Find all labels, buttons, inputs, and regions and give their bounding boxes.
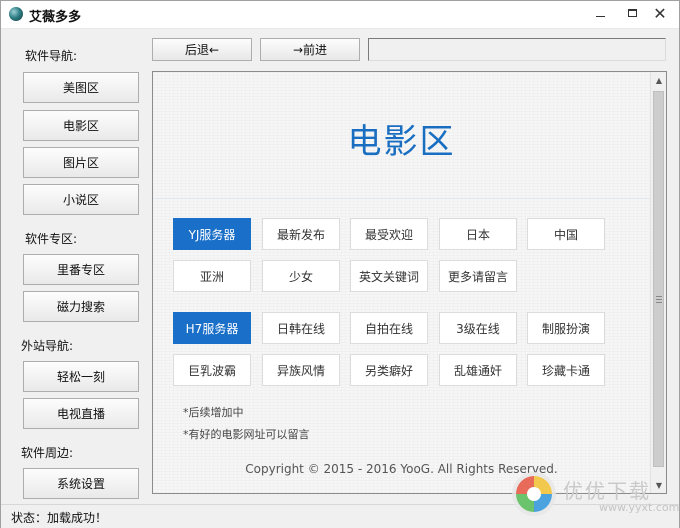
- scroll-up-icon[interactable]: ▲: [651, 72, 666, 88]
- category-tag[interactable]: 3级在线: [439, 312, 517, 344]
- title-bar[interactable]: 艾薇多多 ✕: [1, 1, 679, 29]
- status-text: 状态：加载成功！: [11, 511, 108, 525]
- url-field[interactable]: [368, 38, 666, 61]
- status-bar: 状态：加载成功！: [1, 504, 679, 528]
- sidebar-item-movies[interactable]: 电影区: [23, 110, 139, 141]
- category-tag[interactable]: 巨乳波霸: [173, 354, 251, 386]
- category-tag[interactable]: 亚洲: [173, 260, 251, 292]
- note-text: *后续增加中: [183, 406, 244, 419]
- watermark-logo-icon: [512, 472, 556, 516]
- watermark-text: 优优下载: [563, 479, 651, 503]
- category-tag[interactable]: 另类癖好: [350, 354, 428, 386]
- sidebar-item-images[interactable]: 图片区: [23, 147, 139, 178]
- minimize-button[interactable]: [585, 1, 615, 25]
- maximize-icon: [627, 9, 637, 17]
- category-tag[interactable]: 乱雄通奸: [439, 354, 517, 386]
- sidebar-section-label: 软件导航:: [25, 49, 78, 63]
- sidebar-item-special[interactable]: 里番专区: [23, 254, 139, 285]
- category-tag[interactable]: 珍藏卡通: [527, 354, 605, 386]
- category-tag[interactable]: 自拍在线: [350, 312, 428, 344]
- close-icon: ✕: [653, 3, 667, 23]
- page-content: 电影区 YJ服务器 最新发布 最受欢迎 日本 中国 亚洲 少女 英文关键词 更多…: [153, 72, 650, 493]
- page-title: 电影区: [347, 122, 456, 162]
- category-tag[interactable]: 英文关键词: [350, 260, 428, 292]
- grip-icon: [656, 296, 662, 303]
- back-button[interactable]: 后退←: [152, 38, 252, 61]
- category-tag[interactable]: 日韩在线: [262, 312, 340, 344]
- window-title: 艾薇多多: [29, 10, 82, 25]
- divider: [153, 198, 650, 199]
- maximize-button[interactable]: [617, 1, 647, 25]
- category-tag[interactable]: 日本: [439, 218, 517, 250]
- category-tag[interactable]: 少女: [262, 260, 340, 292]
- category-tag[interactable]: 最新发布: [262, 218, 340, 250]
- category-tag[interactable]: 最受欢迎: [350, 218, 428, 250]
- category-tag[interactable]: 更多请留言: [439, 260, 517, 292]
- server-h7-tag[interactable]: H7服务器: [173, 312, 251, 344]
- vertical-scrollbar[interactable]: ▲ ▼: [650, 72, 666, 493]
- sidebar-item-novels[interactable]: 小说区: [23, 184, 139, 215]
- sidebar-item-tv-live[interactable]: 电视直播: [23, 398, 139, 429]
- category-tag[interactable]: 制服扮演: [527, 312, 605, 344]
- app-window: 艾薇多多 ✕ 软件导航: 美图区 电影区 图片区 小说区 软件专区: 里番专区 …: [0, 0, 680, 528]
- sidebar-section-label: 外站导航:: [21, 339, 74, 353]
- sidebar-section-label: 软件专区:: [25, 232, 78, 246]
- scroll-down-icon[interactable]: ▼: [651, 477, 666, 493]
- sidebar-section-label: 软件周边:: [21, 446, 74, 460]
- watermark-url: www.yyxt.com: [599, 501, 680, 514]
- browser-view[interactable]: 电影区 YJ服务器 最新发布 最受欢迎 日本 中国 亚洲 少女 英文关键词 更多…: [152, 71, 667, 494]
- category-tag[interactable]: 中国: [527, 218, 605, 250]
- sidebar-item-settings[interactable]: 系统设置: [23, 468, 139, 499]
- sidebar-item-meitu[interactable]: 美图区: [23, 72, 139, 103]
- app-orb-icon: [9, 7, 23, 21]
- sidebar-item-relax[interactable]: 轻松一刻: [23, 361, 139, 392]
- note-text: *有好的电影网址可以留言: [183, 428, 310, 441]
- close-button[interactable]: ✕: [645, 1, 675, 25]
- sidebar-item-magnet[interactable]: 磁力搜索: [23, 291, 139, 322]
- scroll-thumb[interactable]: [653, 91, 664, 467]
- minimize-icon: [595, 15, 605, 17]
- category-tag[interactable]: 异族风情: [262, 354, 340, 386]
- server-yj-tag[interactable]: YJ服务器: [173, 218, 251, 250]
- forward-button[interactable]: →前进: [260, 38, 360, 61]
- copyright-text: Copyright © 2015 - 2016 YooG. All Rights…: [245, 462, 558, 476]
